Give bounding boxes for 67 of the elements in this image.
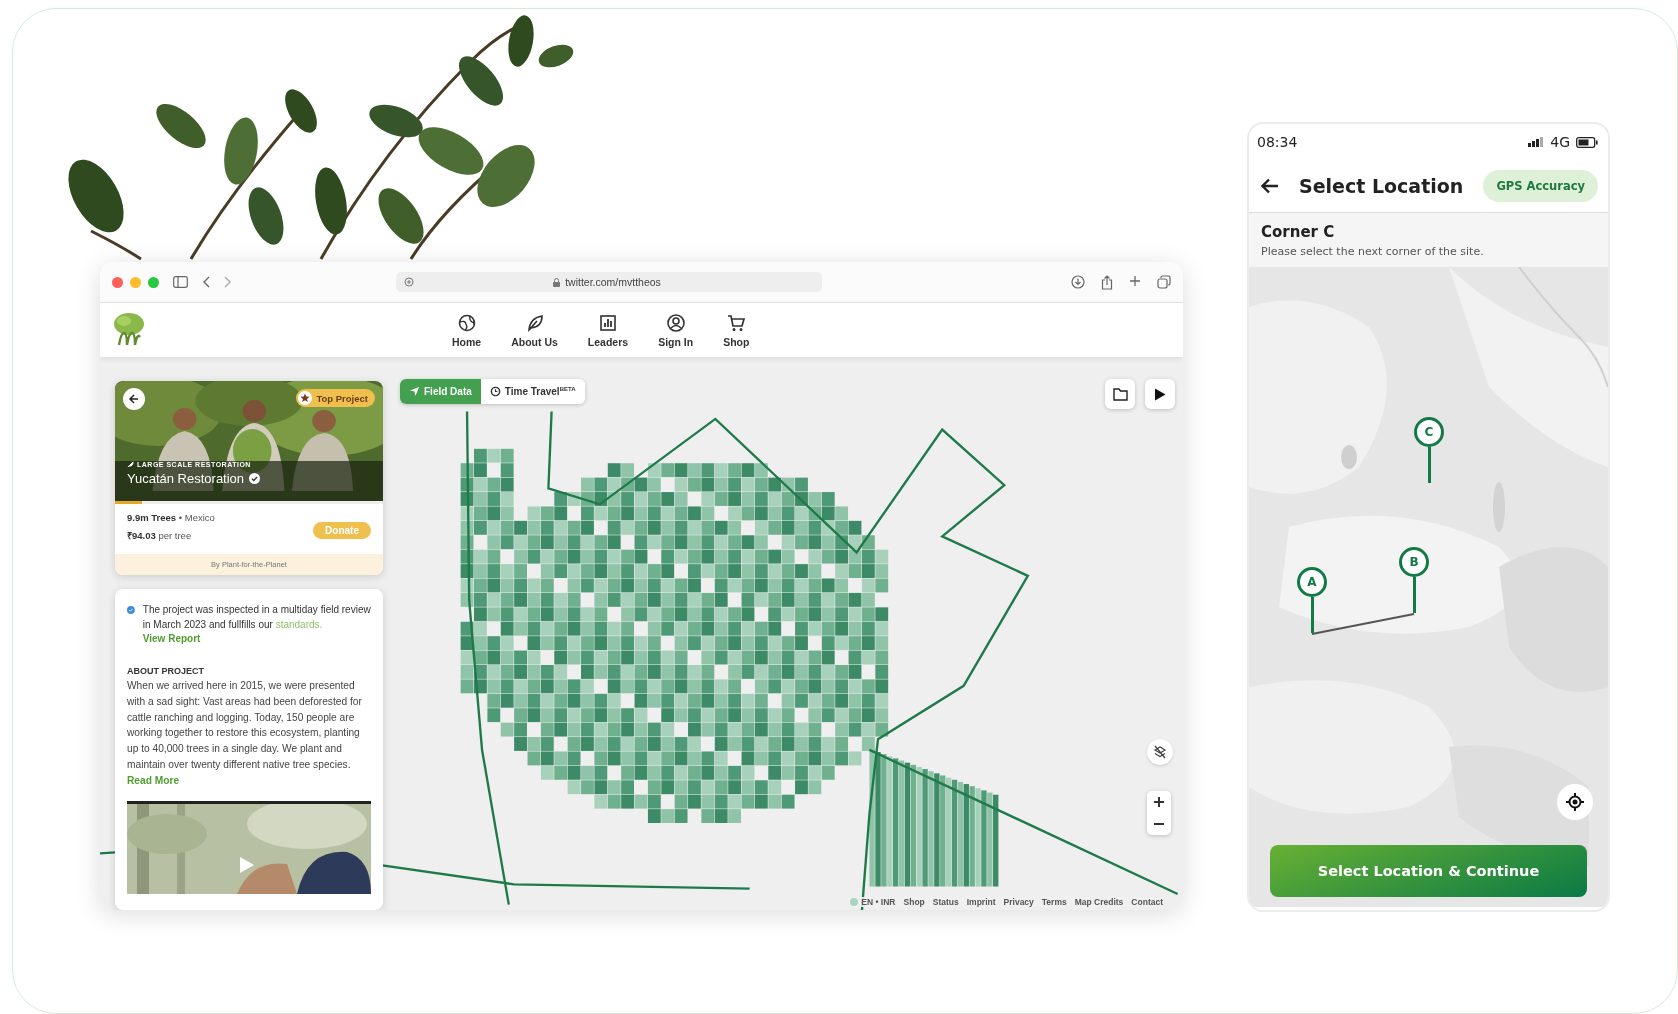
star-icon: [298, 391, 313, 405]
price-per-tree: ₹94.03 per tree: [127, 529, 193, 542]
share-icon[interactable]: [1101, 274, 1113, 290]
map-pin[interactable]: B: [1399, 547, 1429, 613]
map-tab[interactable]: Time Travel$^{BETA}$: [480, 379, 585, 405]
nav-item[interactable]: Shop: [723, 312, 750, 348]
clock-icon: [489, 386, 501, 398]
folder-button[interactable]: [1105, 379, 1135, 409]
corner-title: Corner C: [1261, 223, 1336, 241]
network-label: 4G: [1550, 134, 1570, 150]
plus-icon: [1154, 797, 1164, 807]
about-text: When we arrived here in 2015, we were presented with a sad sight: Vast areas had been deforested for cattle ranching and logging. Today, 150 people are working together to restore this ecosystem, planting up to 40,000 trees in a single day. We plant and maintain over twenty different native tree species. Read More: [127, 679, 363, 788]
globe-icon: [850, 898, 859, 906]
continue-button[interactable]: Select Location & Continue: [1270, 845, 1587, 897]
leaf-icon: [127, 461, 134, 468]
folder-icon: [1112, 387, 1128, 401]
footer-link[interactable]: Terms: [1041, 897, 1067, 907]
site-settings-icon[interactable]: [404, 277, 414, 287]
layers-off-icon: [1153, 745, 1167, 759]
sidebar-icon[interactable]: [173, 276, 188, 288]
section-heading: ABOUT PROJECT: [127, 666, 205, 676]
back-icon[interactable]: [202, 276, 210, 288]
lock-icon: [553, 277, 561, 287]
screen-title: Select Location: [1299, 175, 1465, 197]
nav-item[interactable]: Leaders: [587, 312, 629, 348]
cart-icon: [726, 312, 747, 333]
layers-toggle-button[interactable]: [1147, 739, 1173, 765]
address-bar[interactable]: twitter.com/mvttheos: [396, 272, 822, 292]
review-text: The project was inspected in a multiday field review in March 2023 and fullfills our standards.: [142, 603, 371, 632]
nav-item[interactable]: About Us: [511, 312, 558, 348]
footer-link[interactable]: Imprint: [966, 897, 996, 907]
crosshair-icon: [1566, 793, 1584, 811]
bar-chart-icon: [598, 312, 618, 333]
user-icon: [665, 312, 686, 333]
download-icon[interactable]: [1071, 274, 1085, 289]
footer-link[interactable]: Shop: [903, 897, 925, 907]
verified-icon: [127, 603, 135, 617]
footer-link[interactable]: Privacy: [1003, 897, 1034, 907]
nav-item[interactable]: Sign In: [658, 312, 694, 348]
map-pin[interactable]: A: [1297, 567, 1327, 633]
globe-icon: [456, 312, 477, 333]
tree-count: 9.9m Trees • Mexico: [127, 512, 215, 523]
url-text: twitter.com/mvttheos: [565, 276, 661, 288]
battery-icon: [1576, 136, 1598, 148]
top-project-badge: Top Project: [296, 389, 375, 407]
footer-link[interactable]: Map Credits: [1074, 897, 1124, 907]
new-tab-icon[interactable]: [1129, 274, 1141, 287]
locale-selector[interactable]: EN • INR: [861, 897, 896, 907]
nav-item[interactable]: Home: [452, 312, 482, 348]
logo-icon[interactable]: [112, 311, 146, 347]
tabs-icon[interactable]: [1157, 274, 1171, 289]
footer-link[interactable]: Status: [932, 897, 959, 907]
status-time: 08:34: [1257, 134, 1299, 150]
instruction-text: Please select the next corner of the site.: [1261, 245, 1485, 258]
map-pin[interactable]: C: [1414, 417, 1444, 483]
play-icon: [1154, 387, 1166, 401]
arrow-left-icon: [129, 394, 139, 404]
navigation-icon: [409, 386, 420, 398]
play-icon[interactable]: [239, 855, 255, 874]
verified-icon: [249, 473, 261, 484]
footer-link[interactable]: Contact: [1131, 897, 1163, 907]
play-button[interactable]: [1145, 379, 1175, 409]
back-arrow-icon[interactable]: [1261, 178, 1279, 194]
close-button[interactable]: [112, 276, 123, 288]
signal-icon: [1528, 137, 1545, 147]
gps-accuracy-button[interactable]: GPS Accuracy: [1483, 170, 1598, 202]
project-name: Yucatán Restoration: [127, 471, 245, 486]
